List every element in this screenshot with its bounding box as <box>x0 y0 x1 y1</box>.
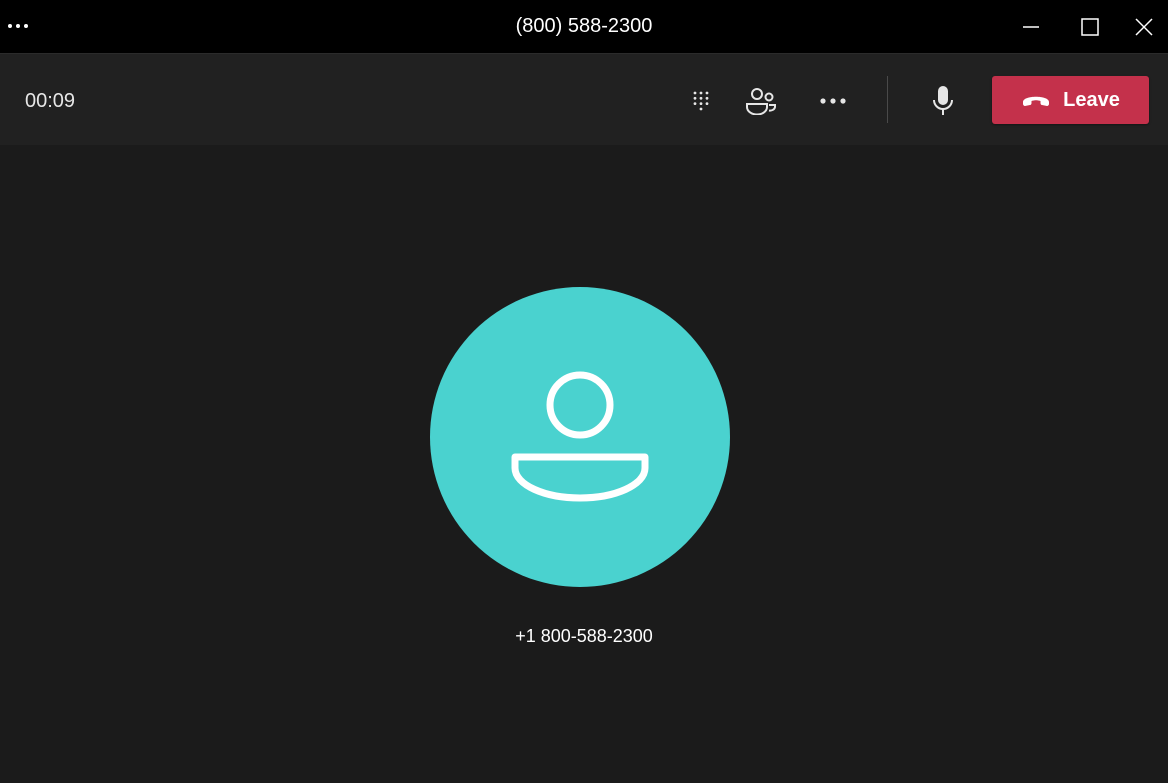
leave-button-label: Leave <box>1063 88 1120 111</box>
dialpad-button[interactable] <box>679 79 723 123</box>
maximize-icon <box>1081 17 1099 36</box>
title-more-button[interactable] <box>6 14 30 38</box>
title-bar: (800) 588-2300 <box>0 0 1168 54</box>
microphone-icon <box>933 86 953 115</box>
microphone-button[interactable] <box>921 79 965 123</box>
more-options-button[interactable] <box>811 79 855 123</box>
participants-button[interactable] <box>739 79 783 123</box>
person-icon <box>511 371 649 502</box>
minimize-button[interactable] <box>1002 0 1060 53</box>
leave-button[interactable]: Leave <box>992 76 1149 124</box>
window-title: (800) 588-2300 <box>515 15 653 37</box>
call-window: (800) 588-2300 00:09 Leave +1 800-588-23… <box>0 0 1168 783</box>
hang-up-phone-icon <box>1023 96 1050 106</box>
minimize-icon <box>1023 25 1039 28</box>
more-horizontal-icon <box>8 24 28 28</box>
close-icon <box>1135 17 1153 36</box>
maximize-button[interactable] <box>1061 0 1119 53</box>
call-stage: +1 800-588-2300 <box>0 145 1168 783</box>
people-icon <box>746 88 776 115</box>
close-button[interactable] <box>1120 0 1168 53</box>
participant-avatar <box>430 287 730 587</box>
call-timer: 00:09 <box>25 90 76 112</box>
call-controls-bar: 00:09 Leave <box>0 54 1168 145</box>
more-horizontal-icon <box>820 98 846 104</box>
participant-name: +1 800-588-2300 <box>515 626 653 646</box>
dialpad-icon <box>693 91 709 111</box>
controls-divider <box>887 76 888 123</box>
